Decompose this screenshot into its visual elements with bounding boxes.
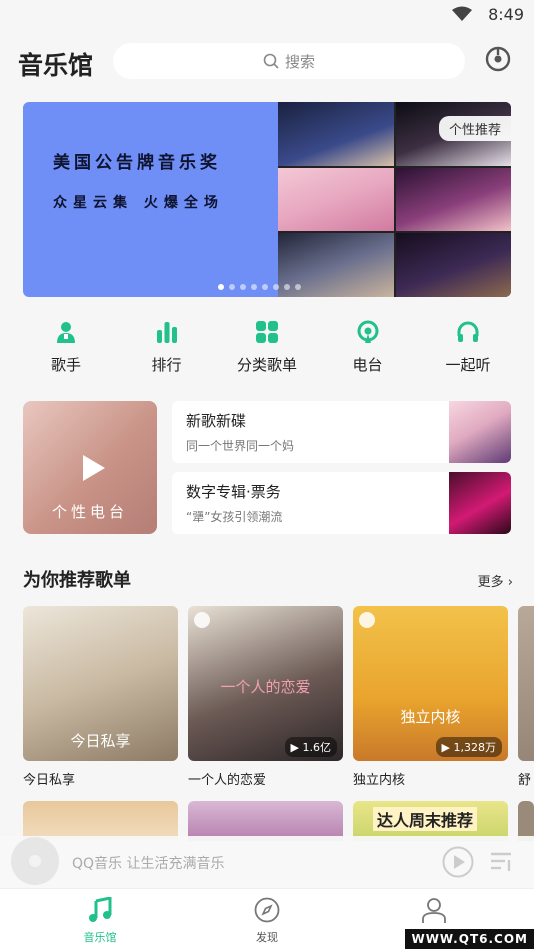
more-label: 更多 bbox=[477, 575, 504, 590]
banner-tag: 个性推荐 bbox=[438, 116, 511, 141]
personal-radio-card[interactable]: 个性电台 bbox=[23, 401, 157, 534]
nav-chart[interactable]: 排行 bbox=[121, 320, 213, 382]
new-albums-card[interactable]: 新歌新碟 同一个世界同一个妈 bbox=[172, 401, 511, 463]
recommend-section-header: 为你推荐歌单 更多 › bbox=[23, 566, 513, 594]
qq-mark-icon bbox=[194, 612, 210, 628]
play-icon[interactable] bbox=[77, 453, 107, 483]
nav-listen-together-label: 一起听 bbox=[445, 356, 491, 374]
banner-subline: 众星云集 火爆全场 bbox=[53, 195, 224, 211]
album-disc-icon bbox=[11, 837, 59, 885]
status-bar: 8:49 bbox=[0, 0, 534, 28]
page-title: 音乐馆 bbox=[18, 51, 94, 80]
pagination-dot[interactable] bbox=[273, 284, 279, 290]
nav-singer-label: 歌手 bbox=[50, 356, 81, 374]
tab-discover[interactable]: 发现 bbox=[227, 897, 307, 945]
mini-player-text: QQ音乐 让生活充满音乐 bbox=[72, 856, 225, 872]
playlist-name: 独立内核 bbox=[353, 773, 406, 788]
category-icon bbox=[256, 321, 278, 343]
pagination-dot[interactable] bbox=[262, 284, 268, 290]
banner-pagination bbox=[218, 284, 301, 290]
playlist-card[interactable] bbox=[188, 801, 343, 841]
play-count-value: 1,328万 bbox=[453, 741, 497, 754]
pagination-dot[interactable] bbox=[284, 284, 290, 290]
recommend-title: 为你推荐歌单 bbox=[23, 570, 131, 591]
nav-chart-label: 排行 bbox=[151, 356, 182, 374]
playlist-cover bbox=[518, 606, 534, 761]
playlist-name: 舒 bbox=[518, 773, 532, 788]
playlist-card[interactable]: 达人周末推荐 bbox=[353, 801, 508, 841]
pagination-dot[interactable] bbox=[251, 284, 257, 290]
mini-player[interactable]: QQ音乐 让生活充满音乐 bbox=[0, 836, 534, 888]
playlist-overlay-text: 独立内核 bbox=[400, 708, 461, 726]
playlist-name: 今日私享 bbox=[23, 773, 76, 788]
play-count-value: 1.6亿 bbox=[302, 741, 332, 754]
chevron-right-icon: › bbox=[507, 575, 513, 590]
qq-mark-icon bbox=[359, 612, 375, 628]
personal-radio-label: 个性电台 bbox=[51, 503, 128, 521]
new-albums-subtitle: 同一个世界同一个妈 bbox=[186, 439, 295, 453]
digital-album-title: 数字专辑·票务 bbox=[186, 483, 281, 501]
play-count-icon: ▶ bbox=[441, 741, 450, 754]
tab-music-hall[interactable]: 音乐馆 bbox=[60, 896, 140, 945]
radio-icon bbox=[357, 320, 378, 343]
header: 音乐馆 搜索 bbox=[0, 40, 534, 84]
music-recognition-icon[interactable] bbox=[484, 45, 512, 75]
nav-singer[interactable]: 歌手 bbox=[20, 320, 112, 382]
quick-nav: 歌手 排行 分类歌单 电台 一起听 bbox=[20, 320, 514, 382]
play-count: ▶ 1,328万 bbox=[435, 737, 502, 757]
nav-category[interactable]: 分类歌单 bbox=[221, 320, 313, 382]
playlist-card[interactable]: 独立内核 ▶ 1,328万 独立内核 bbox=[353, 606, 508, 788]
tab-music-hall-label: 音乐馆 bbox=[83, 931, 117, 944]
wifi-icon bbox=[452, 6, 472, 21]
playlist-overlay-text: 今日私享 bbox=[70, 732, 131, 750]
weekend-recommend-tag: 达人周末推荐 bbox=[373, 807, 478, 831]
headphones-icon bbox=[457, 321, 479, 342]
pagination-dot[interactable] bbox=[229, 284, 235, 290]
search-icon bbox=[263, 53, 279, 69]
playlist-card[interactable]: 一个人的恋爱 ▶ 1.6亿 一个人的恋爱 bbox=[188, 606, 343, 788]
bottom-tab-bar: 音乐馆 发现 WWW.QT6.COM bbox=[0, 888, 534, 949]
tab-profile[interactable] bbox=[394, 897, 474, 929]
pagination-dot[interactable] bbox=[295, 284, 301, 290]
chart-icon bbox=[156, 322, 177, 343]
playlist-cover: 一个人的恋爱 ▶ 1.6亿 bbox=[188, 606, 343, 761]
playlist-card[interactable] bbox=[23, 801, 178, 841]
digital-album-card[interactable]: 数字专辑·票务 “犟”女孩引领潮流 bbox=[172, 472, 511, 534]
playlist-overlay-text: 一个人的恋爱 bbox=[220, 678, 311, 696]
playlist-card[interactable]: 舒 bbox=[518, 606, 534, 788]
new-albums-title: 新歌新碟 bbox=[186, 412, 247, 430]
status-time: 8:49 bbox=[488, 5, 524, 24]
nav-category-label: 分类歌单 bbox=[236, 356, 297, 374]
pagination-dot[interactable] bbox=[218, 284, 224, 290]
new-albums-cover bbox=[449, 401, 511, 463]
nav-radio[interactable]: 电台 bbox=[322, 320, 414, 382]
tab-discover-label: 发现 bbox=[256, 931, 278, 944]
playlist-card[interactable]: 今日私享 今日私享 bbox=[23, 606, 178, 788]
compass-icon bbox=[254, 897, 280, 923]
digital-album-subtitle: “犟”女孩引领潮流 bbox=[186, 510, 283, 524]
pagination-dot[interactable] bbox=[240, 284, 246, 290]
music-note-icon bbox=[89, 896, 112, 922]
nav-radio-label: 电台 bbox=[352, 356, 383, 374]
search-input[interactable]: 搜索 bbox=[113, 43, 465, 79]
nav-listen-together[interactable]: 一起听 bbox=[422, 320, 514, 382]
play-count: ▶ 1.6亿 bbox=[284, 737, 337, 757]
play-count-icon: ▶ bbox=[290, 741, 299, 754]
banner-headline: 美国公告牌音乐奖 bbox=[53, 153, 221, 173]
promo-banner[interactable]: 美国公告牌音乐奖 众星云集 火爆全场 个性推荐 bbox=[23, 102, 511, 297]
play-button-icon[interactable] bbox=[442, 846, 474, 878]
playlist-card[interactable] bbox=[518, 801, 534, 841]
playlist-queue-icon[interactable] bbox=[489, 849, 515, 875]
playlist-cover: 今日私享 bbox=[23, 606, 178, 761]
watermark: WWW.QT6.COM bbox=[405, 929, 534, 949]
digital-album-cover bbox=[449, 472, 511, 534]
more-link[interactable]: 更多 › bbox=[478, 571, 513, 590]
playlist-name: 一个人的恋爱 bbox=[188, 773, 267, 788]
search-placeholder: 搜索 bbox=[284, 52, 315, 71]
playlist-cover: 独立内核 ▶ 1,328万 bbox=[353, 606, 508, 761]
profile-icon bbox=[422, 898, 446, 923]
singer-icon bbox=[57, 322, 75, 343]
